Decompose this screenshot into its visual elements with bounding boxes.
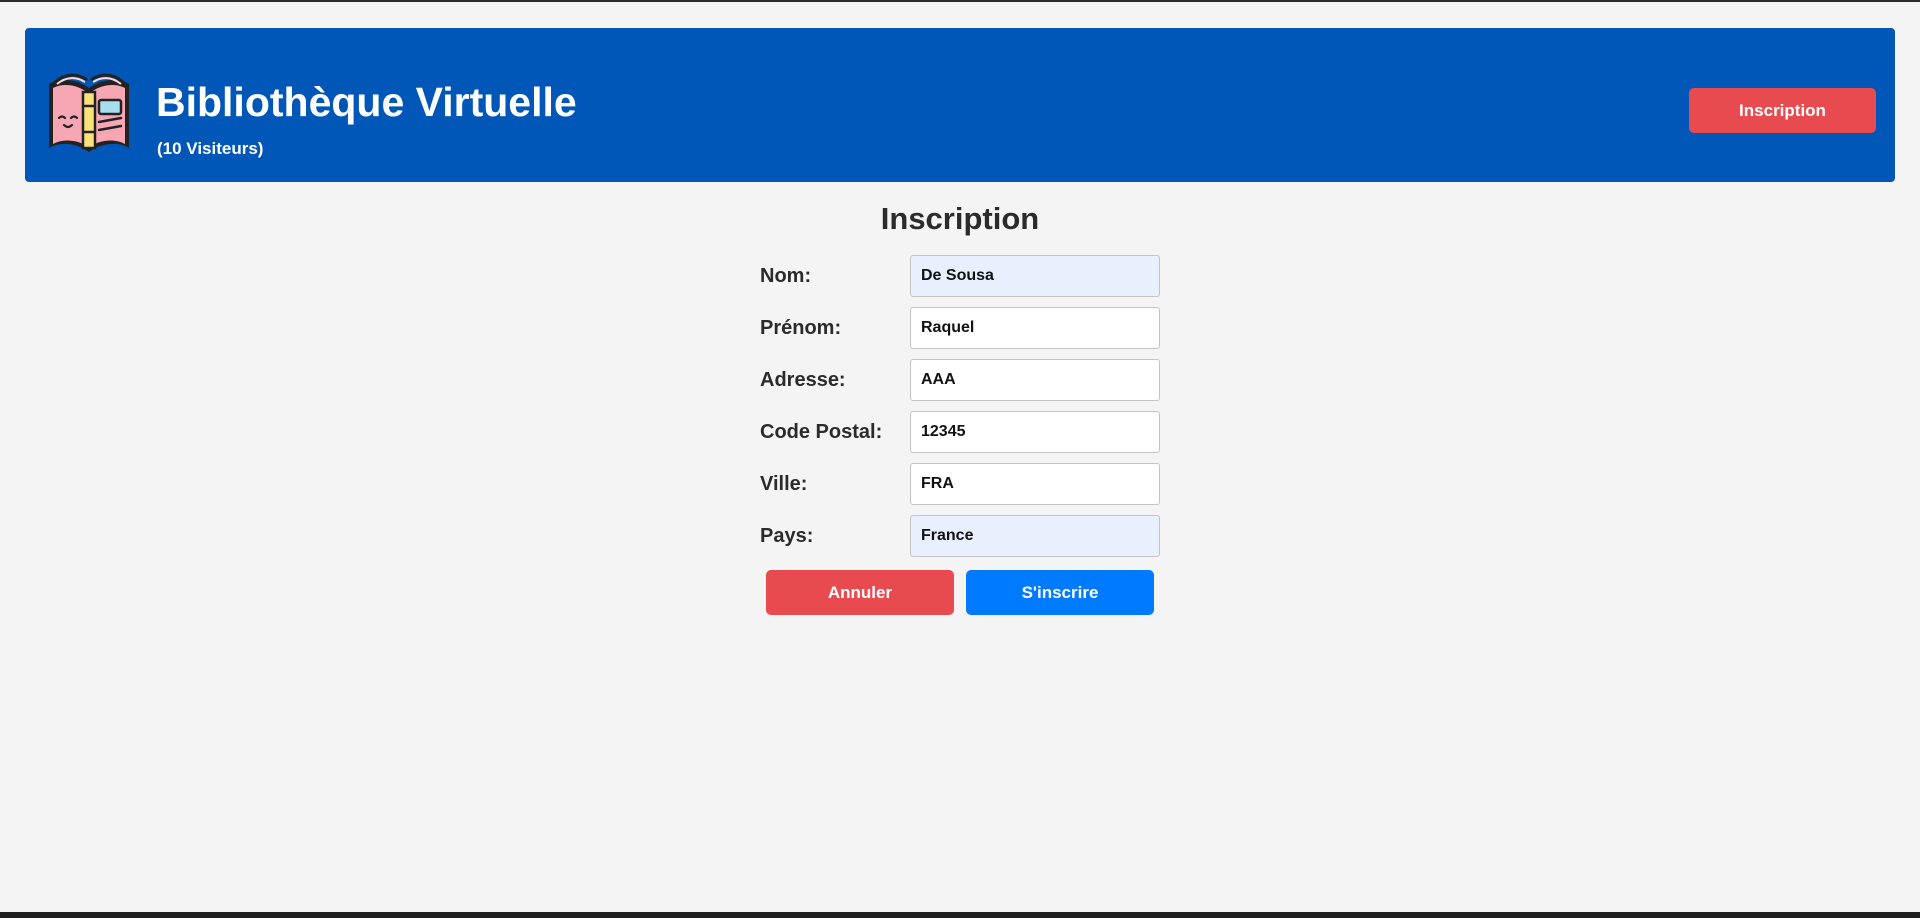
site-header: Bibliothèque Virtuelle (10 Visiteurs) In…	[25, 28, 1895, 182]
nom-input[interactable]	[910, 255, 1160, 297]
field-row-code-postal: Code Postal:	[760, 411, 1160, 453]
form-title: Inscription	[880, 201, 1040, 236]
code-postal-input[interactable]	[910, 411, 1160, 453]
window-top-edge	[0, 0, 1920, 2]
field-row-pays: Pays:	[760, 515, 1160, 557]
prenom-label: Prénom:	[760, 317, 842, 339]
pays-label: Pays:	[760, 525, 814, 547]
site-title: Bibliothèque Virtuelle	[156, 79, 577, 125]
field-row-prenom: Prénom:	[760, 307, 1160, 349]
visitor-count: (10 Visiteurs)	[157, 139, 264, 158]
field-row-ville: Ville:	[760, 463, 1160, 505]
field-row-adresse: Adresse:	[760, 359, 1160, 401]
prenom-input[interactable]	[910, 307, 1160, 349]
ville-label: Ville:	[760, 473, 808, 495]
adresse-label: Adresse:	[760, 369, 846, 391]
nom-label: Nom:	[760, 265, 812, 287]
cancel-button[interactable]: Annuler	[766, 570, 954, 615]
code-postal-label: Code Postal:	[760, 421, 883, 443]
pays-input[interactable]	[910, 515, 1160, 557]
header-register-button[interactable]: Inscription	[1689, 88, 1876, 133]
adresse-input[interactable]	[910, 359, 1160, 401]
submit-button[interactable]: S'inscrire	[966, 570, 1154, 615]
ville-input[interactable]	[910, 463, 1160, 505]
open-book-icon	[49, 73, 129, 152]
field-row-nom: Nom:	[760, 255, 1160, 297]
taskbar-edge	[0, 912, 1920, 918]
